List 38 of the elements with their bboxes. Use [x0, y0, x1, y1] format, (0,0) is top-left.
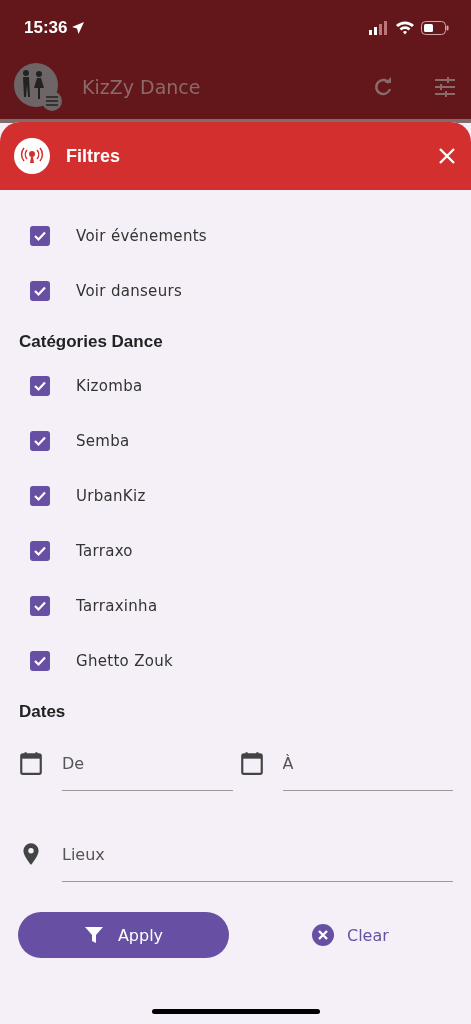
wifi-icon: [395, 20, 415, 35]
checkbox-label: Tarraxinha: [76, 596, 158, 615]
checkbox[interactable]: [30, 280, 50, 301]
location-icon: [71, 20, 86, 35]
checkbox-label: Tarraxo: [76, 541, 133, 560]
place-field[interactable]: Lieux: [62, 827, 453, 882]
battery-icon: [421, 20, 449, 35]
settings-icon[interactable]: [433, 75, 457, 99]
date-field[interactable]: À: [282, 736, 453, 791]
signal-icon: [369, 20, 389, 35]
clear-button[interactable]: Clear: [307, 919, 393, 951]
checkbox[interactable]: [30, 540, 50, 561]
status-time: 15:36: [24, 17, 68, 38]
section-title: Catégories Dance: [19, 332, 164, 353]
section-title: Dates: [19, 702, 67, 723]
app-title: KizZy Dance: [82, 76, 201, 98]
checkbox[interactable]: [30, 595, 50, 616]
apply-button[interactable]: Apply: [18, 912, 229, 958]
calendar-icon: [18, 750, 44, 776]
filter-icon: [83, 925, 104, 945]
checkbox[interactable]: [30, 375, 50, 396]
checkbox[interactable]: [30, 430, 50, 451]
checkbox-label: Semba: [76, 431, 130, 450]
checkbox[interactable]: [30, 225, 50, 246]
date-field[interactable]: De: [62, 736, 233, 791]
checkbox-label: Voir événements: [76, 226, 207, 245]
sheet-title: Filtres: [66, 145, 121, 167]
checkbox-label: Kizomba: [76, 376, 143, 395]
dancers-logo-drawing[interactable]: [12, 61, 64, 113]
cancel-icon: [311, 923, 335, 947]
checkbox[interactable]: [30, 485, 50, 506]
checkbox-label: Voir danseurs: [76, 281, 183, 300]
broadcast-icon: [14, 138, 50, 174]
calendar-icon: [238, 750, 265, 776]
checkbox-label: Ghetto Zouk: [76, 651, 173, 670]
checkbox[interactable]: [30, 650, 50, 671]
close-icon[interactable]: [437, 146, 457, 166]
checkbox-label: UrbanKiz: [76, 486, 146, 505]
